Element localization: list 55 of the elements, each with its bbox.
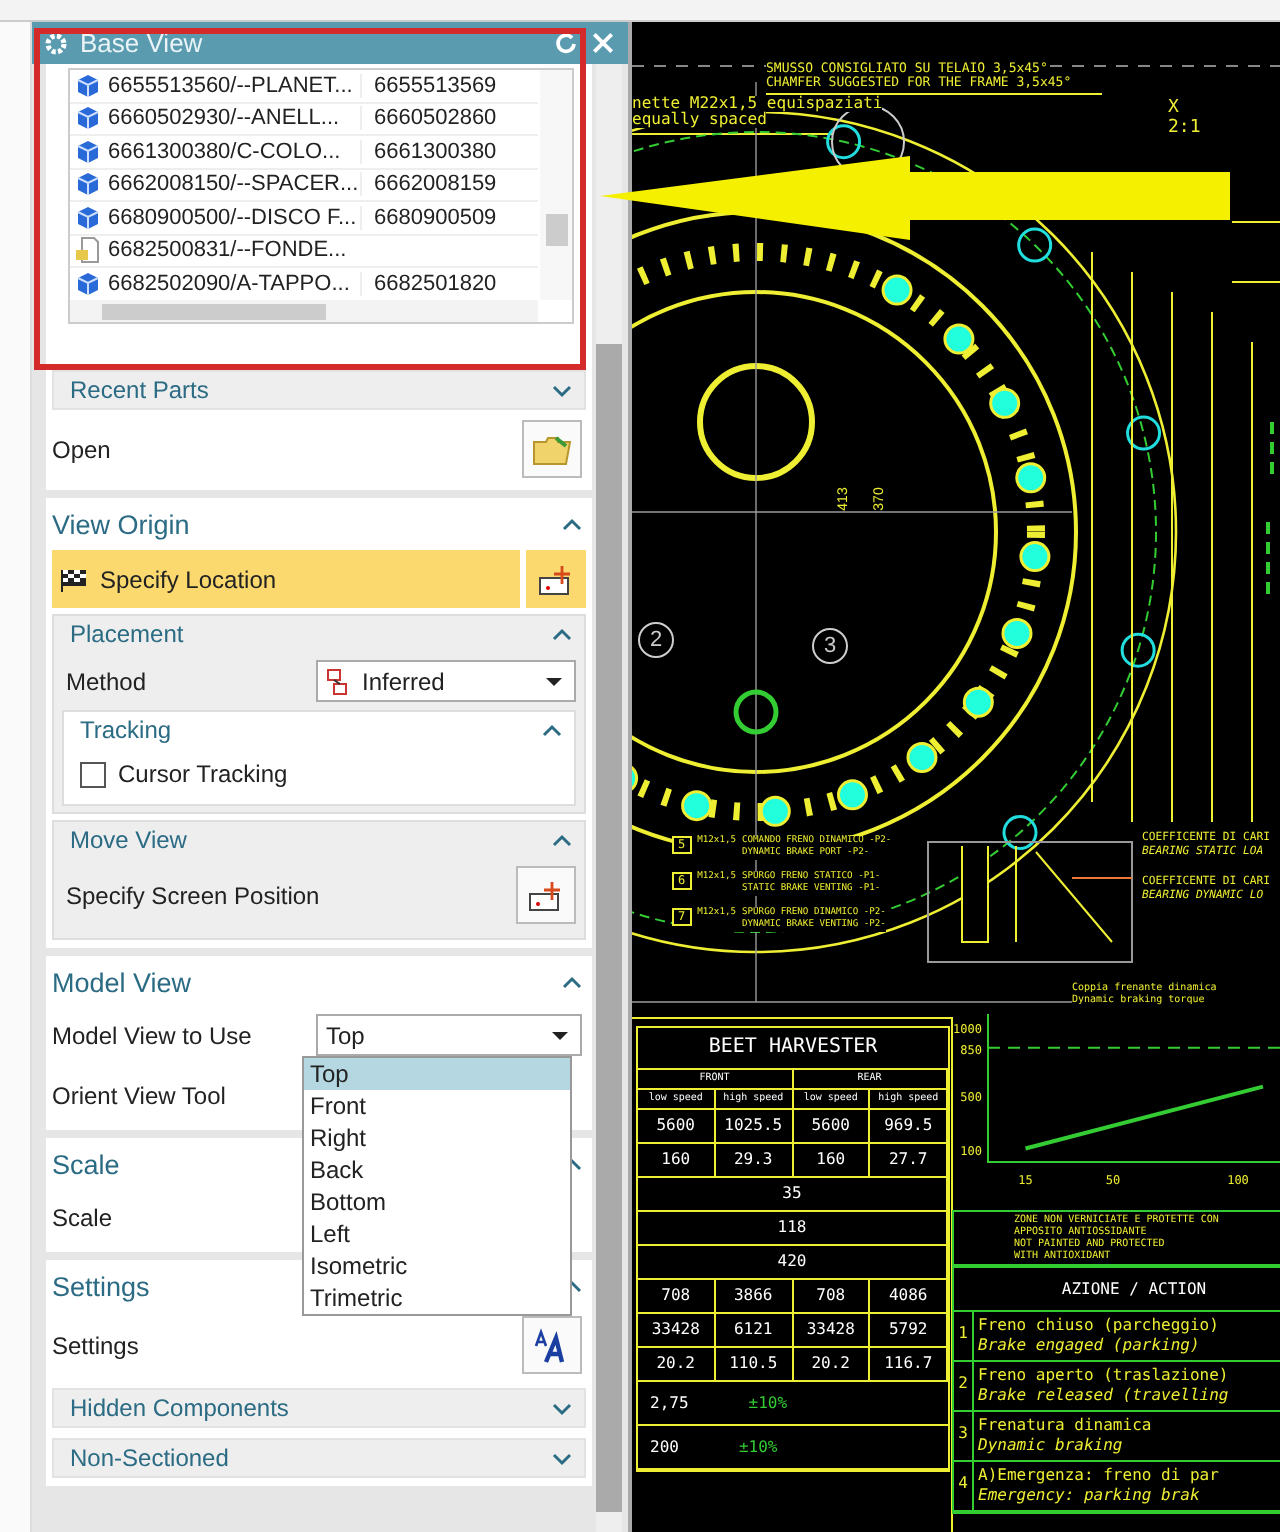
table-cell: 20.2 xyxy=(793,1348,871,1382)
table-cell: 5792 xyxy=(870,1314,948,1348)
table-cell: 2 xyxy=(954,1362,974,1410)
table-cell-text: Brake engaged (parking) xyxy=(978,1336,1202,1356)
method-label: Method xyxy=(66,667,147,695)
table-cell: ±10% xyxy=(748,1394,788,1412)
table-title: BEET HARVESTER xyxy=(638,1028,948,1070)
table-cell: 33428 xyxy=(793,1314,871,1348)
detail-label: X xyxy=(1168,98,1179,118)
table-cell: ±10% xyxy=(738,1438,778,1456)
table-cell: 708 xyxy=(638,1280,716,1314)
table-cell: 20.2 xyxy=(638,1348,716,1382)
table-cell: 110.5 xyxy=(715,1348,793,1382)
table-cell: 969.5 xyxy=(870,1110,948,1144)
table-cell: 200 xyxy=(650,1438,679,1456)
model-view-label: Model View to Use xyxy=(52,1021,252,1049)
table-cell-text: Dynamic braking xyxy=(978,1436,1125,1456)
table-cell: 4 xyxy=(954,1462,974,1510)
drawing-note: nette M22x1,5 equispaziati xyxy=(632,96,883,112)
settings-label: Settings xyxy=(52,1331,139,1359)
callout-balloon: 2 xyxy=(638,622,674,658)
detail-label: 2:1 xyxy=(1168,118,1201,138)
table-cell: Brake released (travelling xyxy=(978,1386,1229,1406)
table-cell: Freno aperto (traslazione) xyxy=(978,1366,1229,1386)
table-cell: A)Emergenza: freno di par xyxy=(978,1466,1219,1486)
callout-balloon: 3 xyxy=(812,628,848,664)
open-label: Open xyxy=(52,435,111,463)
dialog-title: Base View xyxy=(80,28,205,58)
table-cell: 27.7 xyxy=(870,1144,948,1178)
table-cell: 708 xyxy=(793,1280,871,1314)
table-cell: 35 xyxy=(638,1178,948,1212)
orient-view-label: Orient View Tool xyxy=(52,1081,226,1109)
screen-position-label: Specify Screen Position xyxy=(66,881,320,909)
table-cell: 2,75 xyxy=(650,1394,689,1412)
table-cell: 160 xyxy=(638,1144,716,1178)
table-cell: 33428 xyxy=(638,1314,716,1348)
table-title: AZIONE / ACTION xyxy=(954,1268,1280,1312)
table-cell: 1025.5 xyxy=(715,1110,793,1144)
drawing-note: equally spaced xyxy=(632,112,767,128)
table-cell-text: Emergency: parking brak xyxy=(978,1486,1202,1506)
table-cell: 3866 xyxy=(715,1280,793,1314)
table-cell: 420 xyxy=(638,1246,948,1280)
table-cell: 3 xyxy=(954,1412,974,1460)
table-cell: 5600 xyxy=(793,1110,871,1144)
table-cell: Freno chiuso (parcheggio) xyxy=(978,1316,1219,1336)
table-cell: 4086 xyxy=(870,1280,948,1314)
table-cell: 116.7 xyxy=(870,1348,948,1382)
table-cell: 29.3 xyxy=(715,1144,793,1178)
table-cell: 6121 xyxy=(715,1314,793,1348)
table-cell: 1 xyxy=(954,1312,974,1360)
table-cell: Frenatura dinamica xyxy=(978,1416,1152,1436)
table-cell: 160 xyxy=(793,1144,871,1178)
scale-label: Scale xyxy=(52,1203,113,1231)
table-cell: 5600 xyxy=(638,1110,716,1144)
table-cell: 118 xyxy=(638,1212,948,1246)
